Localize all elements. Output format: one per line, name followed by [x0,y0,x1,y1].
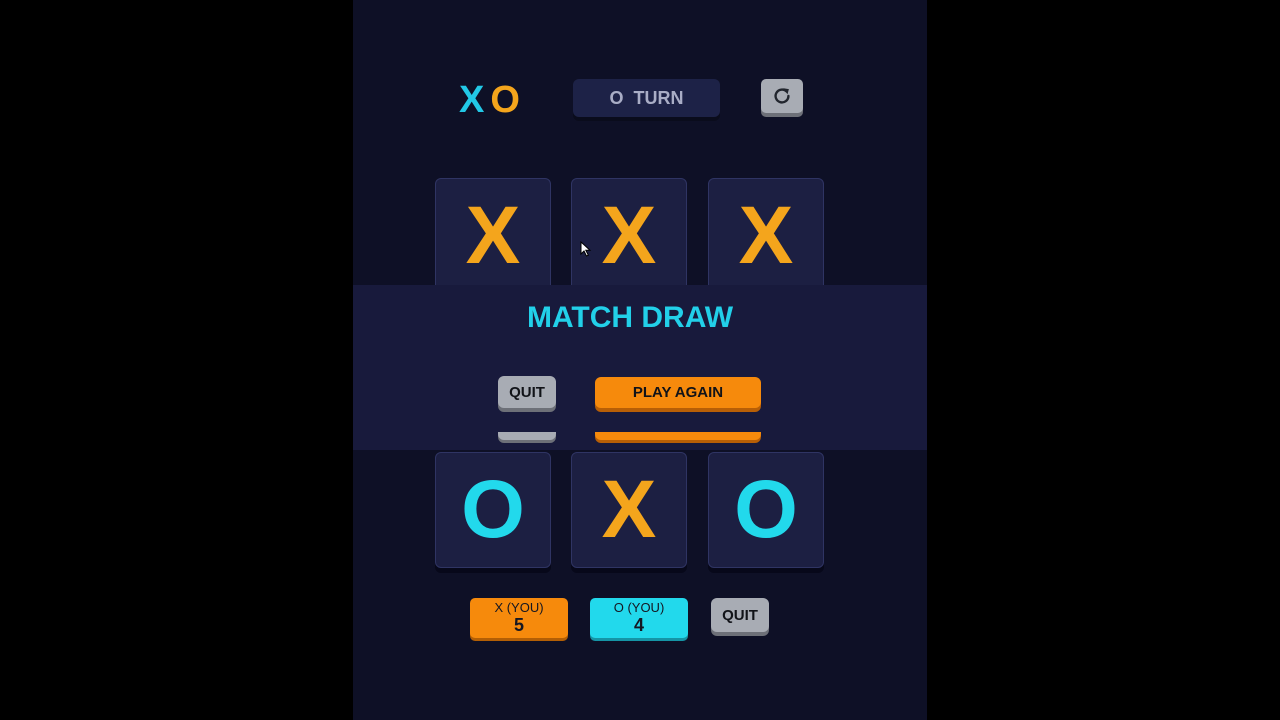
score-o-label: O (YOU) [613,600,665,615]
board-cell-9[interactable]: O [708,452,824,568]
turn-mark: O [609,87,624,108]
restart-button[interactable] [761,79,803,113]
screen: XO O TURN X X X O X O MATCH DRAW QUIT PL… [0,0,1280,720]
result-title: MATCH DRAW [526,301,734,334]
board-cell-8[interactable]: X [571,452,687,568]
restart-icon [774,88,790,104]
game-panel: XO O TURN X X X O X O MATCH DRAW QUIT PL… [353,0,927,720]
logo-o: O [490,79,522,121]
game-logo: XO [459,80,522,120]
overlay-quit-button[interactable]: QUIT [498,376,556,408]
quit-button-shadow [498,432,556,440]
board-cell-3[interactable]: X [708,178,824,294]
board-cell-2[interactable]: X [571,178,687,294]
turn-label: TURN [633,87,684,108]
score-o-value: 4 [633,615,644,635]
board-cell-1[interactable]: X [435,178,551,294]
score-x-value: 5 [513,615,524,635]
score-x-label: X (YOU) [494,600,544,615]
mouse-cursor-icon [580,241,592,257]
turn-indicator: O TURN [573,79,720,117]
board-cell-7[interactable]: O [435,452,551,568]
play-again-button[interactable]: PLAY AGAIN [595,377,761,408]
quit-button[interactable]: QUIT [711,598,769,632]
play-again-button-shadow [595,432,761,440]
score-x-card: X (YOU) 5 [470,598,568,638]
logo-x: X [459,79,487,121]
score-o-card: O (YOU) 4 [590,598,688,638]
